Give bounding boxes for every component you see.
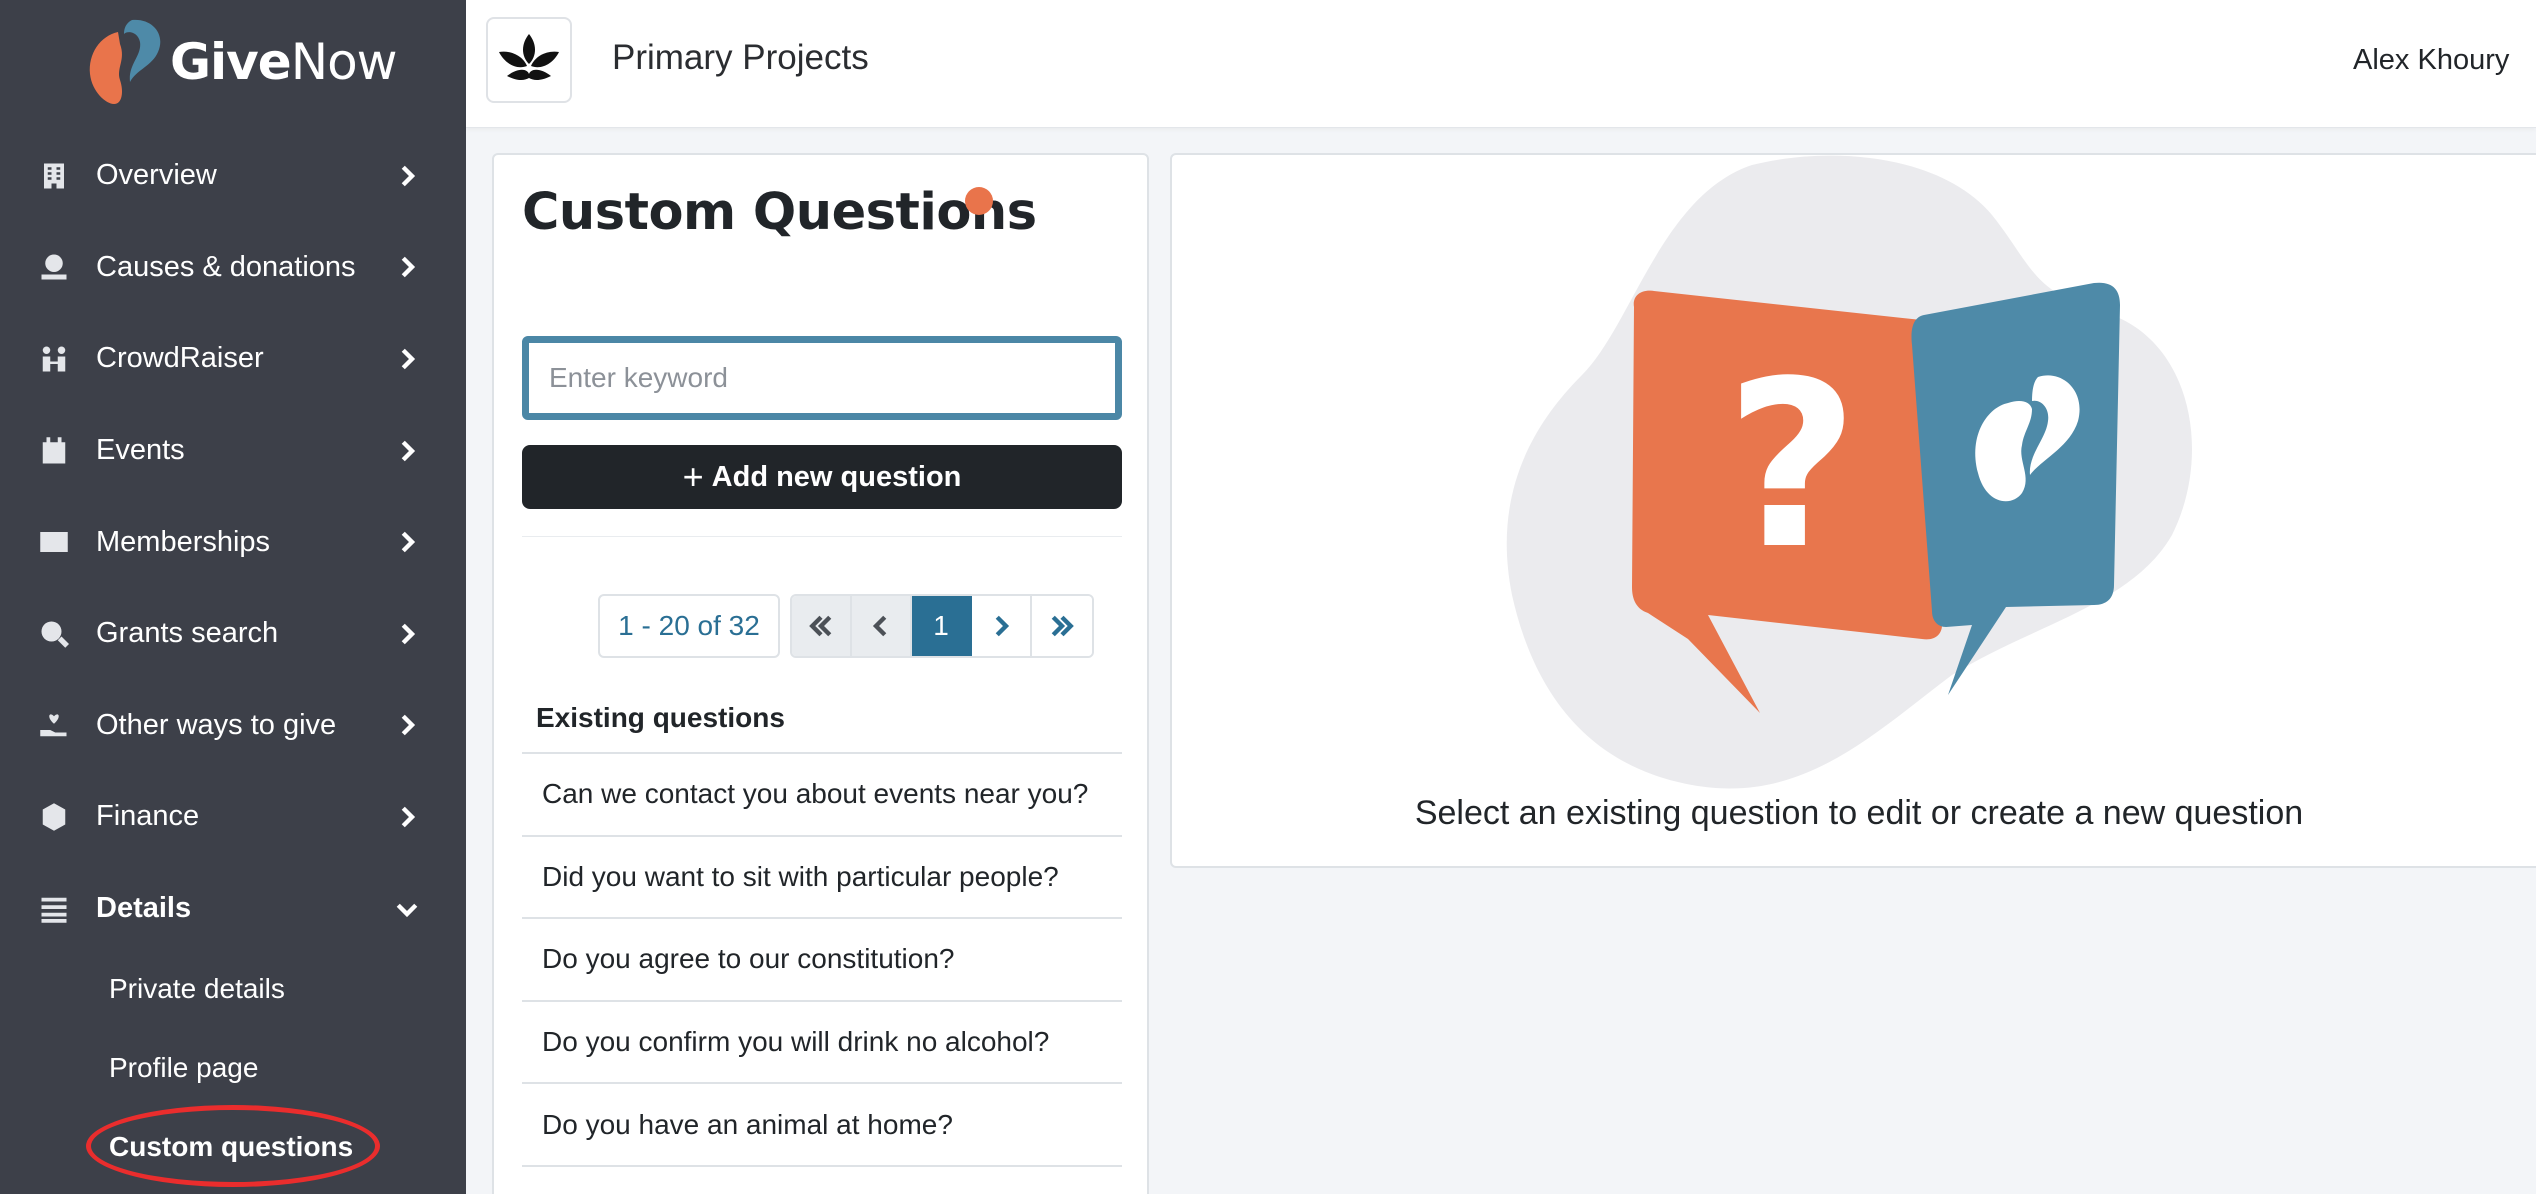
sidebar-item-grants-search[interactable]: Grants search (0, 588, 466, 680)
sidebar-item-label: Finance (96, 800, 200, 833)
sidebar-item-memberships[interactable]: Memberships (0, 496, 466, 588)
page-button-current[interactable]: 1 (912, 596, 972, 656)
divider (522, 536, 1122, 537)
empty-state-message: Select an existing question to edit or c… (1414, 794, 2304, 832)
org-logo[interactable] (486, 17, 572, 103)
help-icon[interactable] (965, 187, 993, 215)
id-card-icon (38, 526, 70, 558)
sidebar-item-label: Grants search (96, 617, 279, 650)
sidebar-nav: Overview Causes & donations CrowdRaiser … (0, 130, 466, 954)
chevron-right-icon (392, 710, 422, 740)
sidebar-subitem-profile-page[interactable]: Profile page (109, 1052, 258, 1084)
sidebar-item-label: Memberships (96, 525, 271, 558)
page-title: Custom Questions (522, 183, 1037, 242)
empty-state-panel: ? Select an existing question to edit or… (1170, 153, 2536, 868)
double-chevron-left-icon (809, 615, 832, 637)
sidebar-item-details[interactable]: Details (0, 863, 466, 955)
pagination: 1 (790, 594, 1094, 658)
givenow-logo[interactable]: GiveNow (80, 14, 398, 110)
last-page-button[interactable] (1032, 596, 1092, 656)
add-new-question-button[interactable]: + Add new question (522, 445, 1122, 509)
search-input[interactable] (529, 343, 1115, 413)
existing-questions-header: Existing questions (536, 702, 785, 733)
custom-questions-panel: Custom Questions + Add new question 1 - … (492, 153, 1149, 1194)
building-icon (38, 160, 70, 192)
chevron-right-icon (392, 344, 422, 374)
chevron-right-icon (392, 436, 422, 466)
user-menu[interactable]: Alex Khoury (2353, 44, 2509, 77)
double-chevron-right-icon (1051, 615, 1074, 637)
sidebar-item-label: Other ways to give (96, 708, 337, 741)
list-item[interactable]: Do you have an animal at home? (522, 1082, 1122, 1165)
brand-name: GiveNow (170, 33, 398, 91)
list-item[interactable] (522, 1164, 1122, 1194)
sidebar-item-causes-donations[interactable]: Causes & donations (0, 222, 466, 314)
sidebar-subitem-private-details[interactable]: Private details (109, 973, 285, 1005)
search-dollar-icon (38, 618, 70, 650)
sidebar-item-label: Overview (96, 159, 217, 192)
chevron-down-icon (392, 894, 422, 924)
chevron-left-icon (872, 615, 887, 637)
coin-icon (38, 801, 70, 833)
sidebar-item-overview[interactable]: Overview (0, 130, 466, 222)
prev-page-button[interactable] (852, 596, 912, 656)
chevron-right-icon (392, 527, 422, 557)
chevron-right-icon (995, 615, 1010, 637)
list-item[interactable]: Can we contact you about events near you… (522, 752, 1122, 835)
pagination-range: 1 - 20 of 32 (598, 594, 780, 658)
sidebar-subitem-custom-questions[interactable]: Custom questions (109, 1131, 353, 1163)
people-icon (38, 343, 70, 375)
list-item[interactable]: Do you confirm you will drink no alcohol… (522, 999, 1122, 1083)
sidebar-item-finance[interactable]: Finance (0, 771, 466, 863)
sidebar-item-label: Causes & donations (96, 250, 356, 283)
sidebar-item-label: Events (96, 434, 185, 467)
question-list: Can we contact you about events near you… (522, 752, 1122, 1194)
speech-bubbles-illustration: ? (1506, 155, 2192, 789)
sidebar-item-crowdraiser[interactable]: CrowdRaiser (0, 313, 466, 405)
list-item[interactable]: Did you want to sit with particular peop… (522, 834, 1122, 918)
next-page-button[interactable] (972, 596, 1032, 656)
chevron-right-icon (392, 161, 422, 191)
svg-text:?: ? (1725, 333, 1858, 600)
money-hand-icon (38, 251, 70, 283)
list-item[interactable]: Do you agree to our constitution? (522, 917, 1122, 1000)
sidebar-item-other-ways-to-give[interactable]: Other ways to give (0, 680, 466, 772)
chevron-right-icon (392, 802, 422, 832)
hand-heart-icon (38, 709, 70, 741)
calendar-icon (38, 435, 70, 467)
add-new-question-label: Add new question (711, 460, 962, 493)
sidebar-item-label: CrowdRaiser (96, 342, 264, 375)
first-page-button[interactable] (792, 596, 852, 656)
chevron-right-icon (392, 619, 422, 649)
lotus-leaf-icon (499, 34, 559, 80)
plus-icon: + (682, 456, 704, 497)
chevron-right-icon (392, 252, 422, 282)
org-name: Primary Projects (612, 38, 869, 77)
givenow-heart-logo-icon (89, 19, 161, 104)
search-field (522, 336, 1122, 420)
sidebar-item-events[interactable]: Events (0, 405, 466, 497)
list-icon (38, 893, 70, 925)
top-bar: Primary Projects Alex Khoury (466, 0, 2536, 128)
sidebar-item-label: Details (96, 892, 192, 925)
sidebar: GiveNow Overview Causes & donations Crow… (0, 0, 466, 1194)
